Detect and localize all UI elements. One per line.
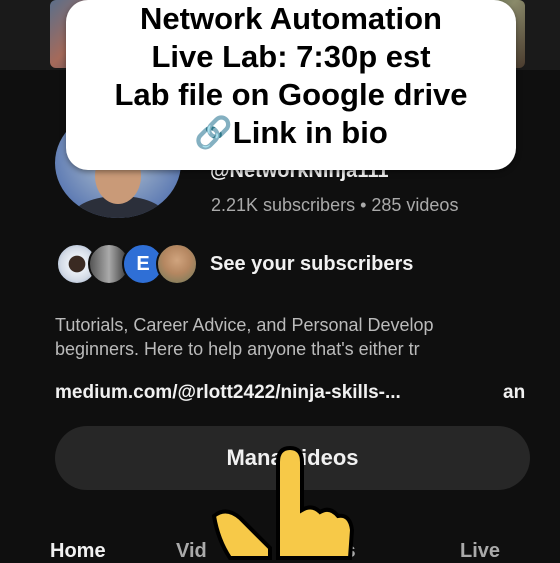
subscriber-avatar — [156, 243, 198, 285]
video-caption-overlay: Network Automation Live Lab: 7:30p est L… — [66, 0, 516, 170]
channel-tabs: Home Vid rts Live — [0, 540, 560, 562]
description-line-2: beginners. Here to help anyone that's ei… — [55, 339, 420, 359]
overlay-line-2: Live Lab: 7:30p est — [151, 39, 431, 74]
description-line-1: Tutorials, Career Advice, and Personal D… — [55, 315, 434, 335]
overlay-line-4: 🔗Link in bio — [194, 115, 388, 150]
channel-links[interactable]: medium.com/@rlott2422/ninja-skills-... a… — [55, 382, 560, 404]
more-links-text[interactable]: an — [503, 382, 525, 404]
channel-stats[interactable]: 2.21K subscribers • 285 videos — [211, 195, 458, 216]
overlay-line-3: Lab file on Google drive — [114, 77, 468, 112]
channel-link-url[interactable]: medium.com/@rlott2422/ninja-skills-... — [55, 382, 401, 403]
see-subscribers-link[interactable]: See your subscribers — [210, 253, 413, 276]
overlay-line-1: Network Automation — [140, 1, 442, 36]
manage-videos-button[interactable]: Mana videos — [55, 426, 530, 490]
subscribers-row[interactable]: E See your subscribers — [56, 243, 556, 287]
channel-description[interactable]: Tutorials, Career Advice, and Personal D… — [55, 313, 560, 361]
